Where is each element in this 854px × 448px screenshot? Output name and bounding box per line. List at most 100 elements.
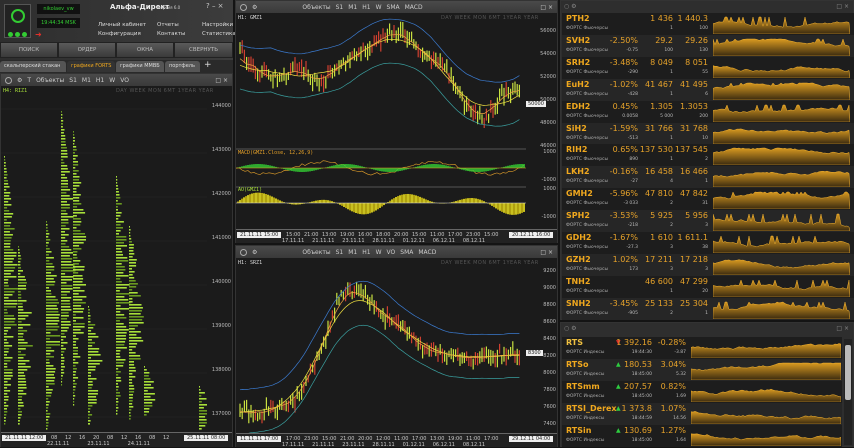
chart-plot[interactable]: [236, 13, 526, 229]
indicator-vo[interactable]: VO: [120, 77, 129, 84]
watchlist-row[interactable]: SNH2 ФОРТС Фьючерсы -3.45% 25 133 25 304 -905…: [562, 297, 854, 320]
period-s1[interactable]: S1: [336, 4, 344, 11]
volume-bar: [129, 367, 136, 369]
indicator-sma[interactable]: SMA: [400, 249, 413, 256]
bid-price: 16 458: [645, 167, 673, 177]
volume-bar: [4, 408, 7, 410]
watchlist-row[interactable]: LKH2 ФОРТС Фьючерсы -0.16% 16 458 16 466 -27 4…: [562, 166, 854, 189]
date-label: 23.11.11: [87, 441, 110, 447]
volume-bar: [4, 294, 13, 296]
period-m1[interactable]: M1: [82, 77, 91, 84]
objects-menu[interactable]: Объекты: [302, 249, 330, 256]
period-w[interactable]: W: [376, 249, 382, 256]
indicator-vo[interactable]: VO: [387, 249, 396, 256]
watchlist-row[interactable]: PTH2 ФОРТС Фьючерсы 1 436 1 440.3 1 100: [562, 13, 854, 35]
volume-bar: [88, 333, 96, 335]
indicator-macd[interactable]: MACD: [418, 249, 436, 256]
menu-settings[interactable]: Настройки: [202, 22, 233, 28]
market-label: ФОРТС Фьючерсы: [566, 179, 609, 185]
volume-bar: [73, 395, 76, 397]
period-h1[interactable]: H1: [362, 249, 370, 256]
indicator-macd[interactable]: MACD: [405, 4, 423, 11]
minimize-button[interactable]: СВЕРНУТЬ: [174, 42, 233, 58]
watchlist-row[interactable]: EDH2 ФОРТС Фьючерсы 0.45% 1.305 1.3053 0.0058…: [562, 100, 854, 123]
volume-bar: [46, 362, 50, 364]
period-h1[interactable]: H1: [96, 77, 104, 84]
scrollbar[interactable]: [844, 339, 852, 445]
index-row[interactable]: RTSin ФОРТС Индексы ▲ 130.69 1.27% 18:45:00 1.…: [562, 425, 842, 447]
period-m1[interactable]: M1: [348, 249, 357, 256]
period-m1[interactable]: M1: [348, 4, 357, 11]
tab-charts-micex[interactable]: графики ММВБ: [116, 61, 164, 72]
indicator-line: [239, 280, 520, 391]
gear-icon[interactable]: ⚙: [252, 249, 257, 256]
chart-plot[interactable]: [236, 258, 526, 433]
volume-bar: [88, 366, 96, 368]
order-button[interactable]: ОРДЕР: [58, 42, 116, 58]
date-label: 08.12.11: [462, 238, 486, 244]
watchlist-row[interactable]: EuH2 ФОРТС Фьючерсы -1.02% 41 467 41 495 -428…: [562, 78, 854, 101]
window-controls[interactable]: □ ×: [836, 3, 849, 10]
period-w[interactable]: W: [376, 4, 382, 11]
indicator-line: [239, 292, 520, 414]
period-s1[interactable]: S1: [336, 249, 344, 256]
watchlist-row[interactable]: GDH2 ФОРТС Фьючерсы -1.67% 1 610 1 611.1 -27.…: [562, 232, 854, 254]
last-price-label: 50000: [526, 101, 546, 107]
circle-icon[interactable]: [240, 3, 247, 11]
tab-portfolio[interactable]: портфель: [165, 61, 200, 72]
watchlist-row[interactable]: SiH2 ФОРТС Фьючерсы -1.59% 31 766 31 768 -513…: [562, 122, 854, 145]
window-controls[interactable]: ? – ×: [206, 2, 224, 10]
indicator-sma[interactable]: SMA: [387, 4, 400, 11]
tab-scalper[interactable]: скальперский стакан: [0, 61, 66, 72]
windows-button[interactable]: ОКНА: [116, 42, 174, 58]
period-s1[interactable]: S1: [69, 77, 77, 84]
gear-icon[interactable]: ⚙: [252, 4, 257, 11]
close-icon[interactable]: □ ×: [215, 77, 228, 84]
objects-menu[interactable]: Объекты: [302, 4, 330, 11]
watchlist-row[interactable]: GMH2 ФОРТС Фьючерсы -5.96% 47 810 47 842 -3 0…: [562, 188, 854, 211]
menu-contacts[interactable]: Контакты: [157, 31, 185, 37]
add-tab-button[interactable]: +: [204, 60, 212, 70]
period-h1[interactable]: H1: [362, 4, 370, 11]
watchlist-row[interactable]: SRH2 ФОРТС Фьючерсы -3.48% 8 049 8 051 -290 1 5…: [562, 56, 854, 79]
index-row[interactable]: RTSmm ФОРТС Индексы ▲ 207.57 0.82% 18:45:00 1.…: [562, 381, 842, 403]
close-icon[interactable]: □ ×: [540, 4, 553, 11]
change-abs: -27: [630, 179, 638, 185]
power-button[interactable]: [4, 4, 31, 38]
circle-icon[interactable]: [5, 76, 12, 84]
menu-configuration[interactable]: Конфигурация: [98, 31, 141, 37]
period-w[interactable]: W: [109, 77, 115, 84]
volume-bar: [88, 342, 95, 344]
change-abs: -27.3: [626, 245, 638, 250]
bid-volume: 5 000: [660, 113, 673, 119]
watchlist-row[interactable]: SVH2 ФОРТС Фьючерсы -2.50% 29.2 29.26 -0.75 10…: [562, 34, 854, 57]
volume-bar: [46, 293, 52, 295]
menu-reports[interactable]: Отчеты: [157, 22, 179, 28]
scrollbar-thumb[interactable]: [845, 345, 851, 400]
tab-charts-forts[interactable]: графики FORTS: [67, 61, 115, 72]
menu-personal-cabinet[interactable]: Личный кабинет: [98, 22, 146, 28]
objects-menu[interactable]: Объекты: [36, 77, 64, 84]
menu-statistics[interactable]: Статистика: [202, 31, 236, 37]
index-row[interactable]: RTSo ФОРТС Индексы ▲ 180.53 3.04% 18:45:00 5.3…: [562, 359, 842, 381]
volume-bar: [129, 253, 135, 255]
watchlist-row[interactable]: RIH2 ФОРТС Фьючерсы 0.65% 137 530 137 545 890…: [562, 144, 854, 167]
volume-bar: [4, 216, 12, 218]
index-row[interactable]: RTS ФОРТС Индексы ▼ 1 392.16 -0.28% 19:44:30-…: [562, 337, 842, 359]
index-row[interactable]: RTSI_Derex ФОРТС Индексы ▲ 1 373.8 1.07% 18:4…: [562, 403, 842, 425]
watchlist-row[interactable]: TNH2 ФОРТС Фьючерсы 46 600 47 299 1 20: [562, 275, 854, 298]
gear-icon[interactable]: ⚙: [17, 77, 22, 84]
volume-bar: [61, 372, 65, 374]
volume-bar: [4, 291, 15, 293]
search-button[interactable]: ПОИСК: [0, 42, 58, 58]
text-icon[interactable]: T: [27, 77, 31, 84]
chart-plot[interactable]: [1, 86, 207, 433]
circle-icon[interactable]: [240, 248, 247, 256]
watchlist-row[interactable]: GZH2 ФОРТС Фьючерсы 1.02% 17 211 17 218 173 3 3: [562, 253, 854, 276]
volume-bar: [116, 293, 130, 295]
close-icon[interactable]: □ ×: [540, 249, 553, 256]
window-controls[interactable]: □ ×: [836, 325, 849, 332]
volume-bar: [46, 230, 49, 232]
ask-volume: 200: [699, 113, 708, 119]
watchlist-row[interactable]: SPH2 ФОРТС Фьючерсы -3.53% 5 925 5 956 -218 2 3: [562, 210, 854, 233]
